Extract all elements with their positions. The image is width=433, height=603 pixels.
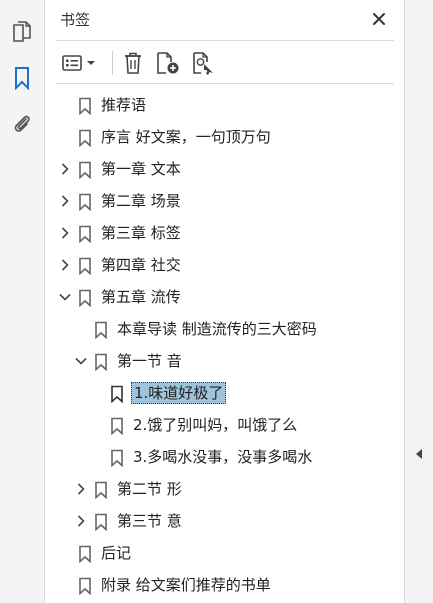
delete-bookmark-button[interactable] — [120, 49, 146, 77]
bookmark-row[interactable]: 第一章 文本 — [46, 154, 404, 184]
bookmark-icon — [110, 449, 124, 468]
left-nav-rail — [0, 0, 45, 603]
bookmarks-panel: 书签 推荐语 序言 好文案，一句顶万句 第一章 文本 第二章 场景 第三章 标签… — [46, 0, 404, 603]
bookmark-row[interactable]: 第四章 社交 — [46, 250, 404, 280]
pages-icon — [13, 21, 31, 42]
panel-title: 书签 — [60, 11, 91, 29]
chevron-right-icon[interactable] — [74, 514, 88, 528]
bookmark-label: 3.多喝水没事，没事多喝水 — [133, 448, 313, 466]
chevron-right-icon[interactable] — [74, 482, 88, 496]
bookmark-row[interactable]: 后记 — [46, 538, 404, 568]
bookmark-row[interactable]: 序言 好文案，一句顶万句 — [46, 122, 404, 152]
bookmark-icon — [78, 545, 92, 564]
chevron-right-icon[interactable] — [58, 194, 72, 208]
bookmark-icon — [78, 577, 92, 596]
bookmark-icon — [15, 67, 29, 90]
document-edge-strip — [404, 0, 433, 603]
options-menu-button[interactable] — [60, 49, 100, 77]
bookmark-icon — [78, 129, 92, 148]
pages-button[interactable] — [8, 18, 36, 46]
bookmark-label: 第一节 音 — [117, 352, 182, 370]
bookmark-row[interactable]: 推荐语 — [46, 90, 404, 120]
bookmark-icon — [78, 289, 92, 308]
bookmarks-toolbar — [56, 40, 394, 84]
toolbar-separator — [112, 51, 113, 75]
bookmark-label: 第三节 意 — [117, 512, 182, 530]
bookmark-icon — [110, 385, 124, 404]
bookmark-label: 第五章 流传 — [101, 288, 181, 306]
chevron-right-icon[interactable] — [58, 258, 72, 272]
bookmark-icon — [78, 225, 92, 244]
chevron-right-icon[interactable] — [58, 162, 72, 176]
panel-header: 书签 — [46, 0, 404, 38]
bookmark-label: 第二章 场景 — [101, 192, 181, 210]
chevron-down-icon[interactable] — [58, 290, 72, 304]
bookmark-icon — [94, 481, 108, 500]
bookmark-label: 1.味道好极了 — [131, 382, 227, 404]
new-bookmark-from-structure-button[interactable] — [190, 49, 218, 77]
bookmark-icon — [94, 321, 108, 340]
bookmark-label: 第二节 形 — [117, 480, 182, 498]
bookmark-row[interactable]: 3.多喝水没事，没事多喝水 — [46, 442, 404, 472]
new-bookmark-from-structure-icon — [193, 52, 213, 75]
collapse-panel-arrow-icon[interactable] — [414, 448, 424, 460]
bookmark-icon — [94, 353, 108, 372]
bookmark-label: 第四章 社交 — [101, 256, 181, 274]
bookmark-label: 第一章 文本 — [101, 160, 181, 178]
bookmark-row[interactable]: 第二章 场景 — [46, 186, 404, 216]
close-panel-button[interactable] — [368, 8, 390, 30]
bookmark-row[interactable]: 附录 给文案们推荐的书单 — [46, 570, 404, 600]
bookmark-label: 第三章 标签 — [101, 224, 181, 242]
delete-icon — [125, 52, 141, 74]
bookmark-row[interactable]: 第三节 意 — [46, 506, 404, 536]
bookmark-label: 附录 给文案们推荐的书单 — [101, 576, 271, 594]
bookmark-icon — [110, 417, 124, 436]
options-dropdown-icon — [62, 55, 95, 71]
attachment-icon — [14, 115, 30, 132]
chevron-down-icon[interactable] — [74, 354, 88, 368]
bookmark-icon — [78, 97, 92, 116]
bookmark-label: 序言 好文案，一句顶万句 — [101, 128, 271, 146]
bookmark-icon — [78, 257, 92, 276]
bookmark-row[interactable]: 第五章 流传 — [46, 282, 404, 312]
bookmark-icon — [78, 193, 92, 212]
new-bookmark-icon — [157, 52, 179, 74]
close-icon — [373, 13, 385, 25]
bookmark-label: 2.饿了别叫妈，叫饿了么 — [133, 416, 298, 434]
bookmark-icon — [78, 161, 92, 180]
bookmark-row[interactable]: 本章导读 制造流传的三大密码 — [46, 314, 404, 344]
bookmark-icon — [94, 513, 108, 532]
bookmark-label: 后记 — [101, 544, 132, 562]
bookmark-label: 本章导读 制造流传的三大密码 — [117, 320, 317, 338]
bookmark-row[interactable]: 第二节 形 — [46, 474, 404, 504]
bookmark-row[interactable]: 2.饿了别叫妈，叫饿了么 — [46, 410, 404, 440]
new-bookmark-button[interactable] — [154, 49, 182, 77]
bookmark-row[interactable]: 第一节 音 — [46, 346, 404, 376]
bookmark-row[interactable]: 第三章 标签 — [46, 218, 404, 248]
bookmark-row[interactable]: 1.味道好极了 — [46, 378, 404, 408]
attachments-button[interactable] — [8, 110, 36, 138]
bookmarks-button[interactable] — [8, 64, 36, 92]
chevron-right-icon[interactable] — [58, 226, 72, 240]
bookmark-label: 推荐语 — [101, 96, 147, 114]
